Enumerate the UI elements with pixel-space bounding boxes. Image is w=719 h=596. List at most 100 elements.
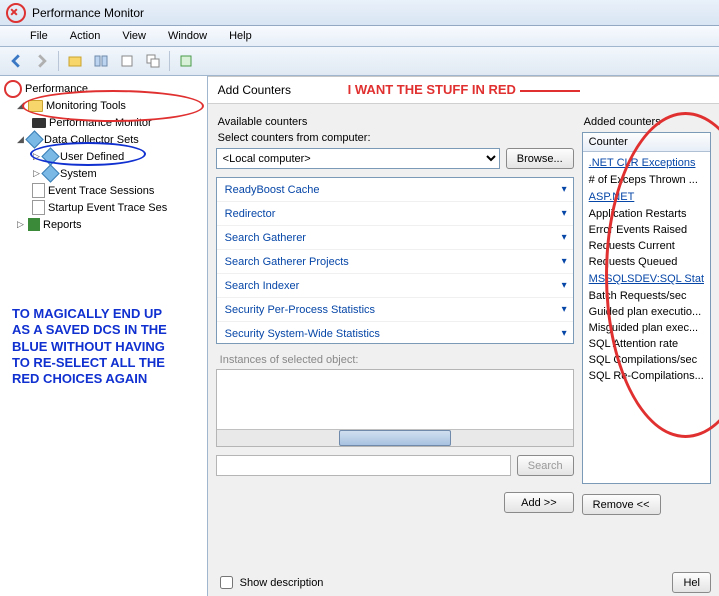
help-button[interactable]: Hel xyxy=(672,572,711,593)
counter-group[interactable]: ASP.NET xyxy=(583,188,710,206)
toolbar xyxy=(0,47,719,76)
search-button[interactable]: Search xyxy=(517,455,574,476)
menu-file[interactable]: File xyxy=(26,28,52,44)
refresh-button[interactable] xyxy=(174,49,198,73)
window-button[interactable] xyxy=(141,49,165,73)
added-label: Added counters xyxy=(584,116,711,128)
counter-item[interactable]: Error Events Raised xyxy=(583,222,710,238)
chevron-down-icon[interactable]: ▾ xyxy=(562,256,567,267)
search-input[interactable] xyxy=(216,455,511,476)
tree-label: Performance Monitor xyxy=(49,117,152,129)
menu-view[interactable]: View xyxy=(118,28,150,44)
window-titlebar: Performance Monitor xyxy=(0,0,719,26)
tree-dcs[interactable]: ◢Data Collector Sets xyxy=(2,131,205,148)
added-counters-list[interactable]: Counter .NET CLR Exceptions # of Exceps … xyxy=(582,132,711,484)
checkbox-label: Show description xyxy=(240,577,324,589)
computer-combo[interactable]: <Local computer> xyxy=(216,148,500,169)
scrollbar-thumb[interactable] xyxy=(339,430,451,446)
separator xyxy=(58,51,59,71)
tree-startup-ets[interactable]: Startup Event Trace Ses xyxy=(2,199,205,216)
counter-item[interactable]: Search Indexer▾ xyxy=(217,274,573,298)
monitor-icon xyxy=(32,118,46,128)
counter-item[interactable]: Redirector▾ xyxy=(217,202,573,226)
show-description-checkbox[interactable]: Show description xyxy=(216,573,324,592)
folder-icon xyxy=(28,100,43,112)
perf-icon xyxy=(4,80,22,98)
instances-label: Instances of selected object: xyxy=(220,354,574,366)
chevron-down-icon[interactable]: ▾ xyxy=(562,328,567,339)
counter-item[interactable]: Security System-Wide Statistics▾ xyxy=(217,322,573,344)
tree-root-label: Performance xyxy=(25,83,88,95)
expander-icon[interactable]: ▷ xyxy=(16,220,25,229)
counter-item[interactable]: Search Gatherer▾ xyxy=(217,226,573,250)
panes-button[interactable] xyxy=(89,49,113,73)
added-header[interactable]: Counter xyxy=(583,133,710,152)
added-counters-panel: Added counters Counter .NET CLR Exceptio… xyxy=(582,112,711,592)
select-from-label: Select counters from computer: xyxy=(218,132,574,144)
counter-item[interactable]: Guided plan executio... xyxy=(583,304,710,320)
window-title: Performance Monitor xyxy=(32,6,144,20)
counter-item[interactable]: Batch Requests/sec xyxy=(583,288,710,304)
counter-item[interactable]: Requests Queued xyxy=(583,254,710,270)
back-button[interactable] xyxy=(4,49,28,73)
tree-label: Startup Event Trace Ses xyxy=(48,202,167,214)
instances-list[interactable] xyxy=(216,369,574,447)
tree-ets[interactable]: Event Trace Sessions xyxy=(2,182,205,199)
chevron-down-icon[interactable]: ▾ xyxy=(562,232,567,243)
available-label: Available counters xyxy=(218,116,574,128)
tree-userdef[interactable]: ▷ User Defined xyxy=(2,148,205,165)
page-icon xyxy=(32,200,45,215)
counter-group[interactable]: MSSQLSDEV:SQL Stat xyxy=(583,270,710,288)
counter-item[interactable]: Misguided plan exec... xyxy=(583,320,710,336)
tree-system[interactable]: ▷System xyxy=(2,165,205,182)
annotation-note: TO MAGICALLY END UP AS A SAVED DCS IN TH… xyxy=(12,306,182,387)
remove-button[interactable]: Remove << xyxy=(582,494,661,515)
expander-icon[interactable]: ▷ xyxy=(32,169,41,178)
page-icon xyxy=(32,183,45,198)
counter-item[interactable]: ReadyBoost Cache▾ xyxy=(217,178,573,202)
forward-button[interactable] xyxy=(30,49,54,73)
chevron-down-icon[interactable]: ▾ xyxy=(562,280,567,291)
counter-item[interactable]: Search Gatherer Projects▾ xyxy=(217,250,573,274)
expander-icon[interactable]: ▷ xyxy=(32,152,41,161)
browse-button[interactable]: Browse... xyxy=(506,148,574,169)
counter-item[interactable]: SQL Re-Compilations... xyxy=(583,368,710,384)
chevron-down-icon[interactable]: ▾ xyxy=(562,184,567,195)
dcs-icon xyxy=(25,130,43,148)
app-icon xyxy=(6,3,26,23)
tree-root[interactable]: Performance xyxy=(2,80,205,97)
show-hide-button[interactable] xyxy=(63,49,87,73)
separator xyxy=(169,51,170,71)
counter-item[interactable]: Requests Current xyxy=(583,238,710,254)
menu-help[interactable]: Help xyxy=(225,28,256,44)
counter-item[interactable]: Application Restarts xyxy=(583,206,710,222)
tree-reports[interactable]: ▷ Reports xyxy=(2,216,205,233)
tree-label: Reports xyxy=(43,219,82,231)
tree-label: Event Trace Sessions xyxy=(48,185,154,197)
report-icon xyxy=(28,218,40,231)
checkbox-input[interactable] xyxy=(220,576,233,589)
tree-label: Monitoring Tools xyxy=(46,100,126,112)
counter-item[interactable]: # of Exceps Thrown ... xyxy=(583,172,710,188)
properties-button[interactable] xyxy=(115,49,139,73)
annotation-header: I WANT THE STUFF IN RED xyxy=(348,82,580,97)
dcs-icon xyxy=(41,164,59,182)
counter-item[interactable]: Security Per-Process Statistics▾ xyxy=(217,298,573,322)
menu-window[interactable]: Window xyxy=(164,28,211,44)
menu-action[interactable]: Action xyxy=(66,28,105,44)
chevron-down-icon[interactable]: ▾ xyxy=(562,304,567,315)
counter-item[interactable]: SQL Compilations/sec xyxy=(583,352,710,368)
expander-icon[interactable]: ◢ xyxy=(16,135,25,144)
chevron-down-icon[interactable]: ▾ xyxy=(562,208,567,219)
counter-list[interactable]: ReadyBoost Cache▾ Redirector▾ Search Gat… xyxy=(216,177,574,344)
counter-group[interactable]: .NET CLR Exceptions xyxy=(583,154,710,172)
menu-bar: File Action View Window Help xyxy=(0,26,719,47)
tree-monitoring-tools[interactable]: ◢ Monitoring Tools xyxy=(2,97,205,114)
dcs-icon xyxy=(41,147,59,165)
expander-icon[interactable]: ◢ xyxy=(16,101,25,110)
add-button[interactable]: Add >> xyxy=(504,492,573,513)
tree-perfmon[interactable]: Performance Monitor xyxy=(2,114,205,131)
counter-item[interactable]: SQL Attention rate xyxy=(583,336,710,352)
tree-label: User Defined xyxy=(60,151,124,163)
scrollbar-horizontal[interactable] xyxy=(217,429,573,446)
